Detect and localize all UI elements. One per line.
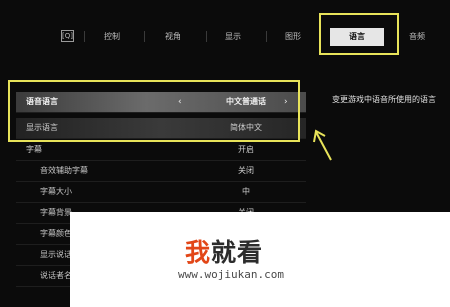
setting-row-sfx-subtitles[interactable]: 音效辅助字幕 关闭 [16, 161, 306, 182]
setting-value: 中 [242, 187, 250, 196]
tab-divider [84, 31, 85, 42]
tab-highlight-box [319, 13, 399, 55]
setting-label: 说话者名 [40, 271, 72, 280]
watermark-logo: 我就看 [185, 238, 264, 267]
tab-controls[interactable]: 控制 [100, 30, 124, 44]
tab-bar: [Q] 控制 视角 显示 图形 语言 音频 [0, 0, 450, 62]
setting-label: 字幕颜色 [40, 229, 72, 238]
setting-description: 变更游戏中语音所使用的语言 [332, 95, 436, 104]
tab-audio[interactable]: 音频 [405, 30, 429, 44]
watermark-url: www.wojiukan.com [178, 268, 284, 281]
setting-label: 显示说话 [40, 250, 72, 259]
tab-divider [266, 31, 267, 42]
setting-value: 关闭 [238, 166, 254, 175]
setting-row-subtitle-size[interactable]: 字幕大小 中 [16, 182, 306, 203]
arrow-pointer-icon [313, 129, 332, 161]
setting-row-subtitles[interactable]: 字幕 开启 [16, 140, 306, 161]
setting-value: 开启 [238, 145, 254, 154]
tab-graphics[interactable]: 图形 [281, 30, 305, 44]
tab-display[interactable]: 显示 [221, 30, 245, 44]
tab-divider [206, 31, 207, 42]
tab-divider [144, 31, 145, 42]
tab-camera[interactable]: 视角 [161, 30, 185, 44]
language-highlight-box [8, 80, 300, 142]
keyboard-key-icon: [Q] [61, 30, 74, 42]
